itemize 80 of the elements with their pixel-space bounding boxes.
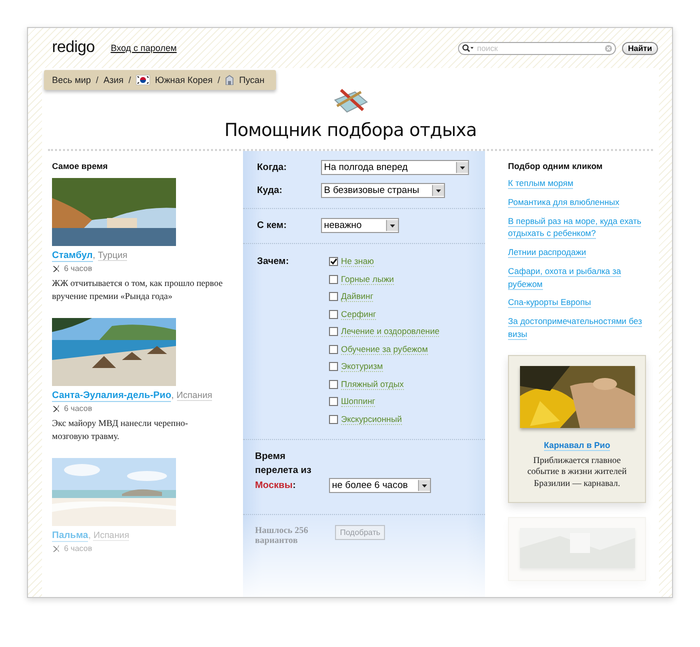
breadcrumb-link[interactable]: Южная Корея: [154, 75, 213, 85]
city-link[interactable]: Стамбул: [52, 250, 93, 262]
search-field[interactable]: поиск: [458, 42, 616, 54]
category-link[interactable]: За достопримечательностями без визы: [508, 315, 658, 340]
page-title: Помощник подбора отдыха: [224, 120, 477, 141]
comma: ,: [88, 530, 91, 542]
checkbox[interactable]: [329, 257, 338, 266]
section-heading: Самое время: [52, 161, 109, 171]
promo-text: Приближается главное событие в жизни жителей Бразилии — карнавал.: [526, 454, 628, 490]
field-label: Куда:: [257, 185, 284, 196]
dropdown[interactable]: В безвизовые страны: [321, 183, 445, 198]
article-text: ЖЖ отчитывается о том, как прошло первое вручение премии «Рында года»: [52, 277, 224, 304]
breadcrumb-separator: /: [218, 75, 220, 85]
building-icon: [225, 75, 234, 85]
checkbox-label[interactable]: Экскурсионный: [341, 414, 402, 424]
city-link[interactable]: Санта-Эулалия-дель-Рио: [52, 390, 172, 402]
checkbox[interactable]: [329, 327, 338, 336]
checkbox-label[interactable]: Серфинг: [341, 308, 376, 320]
airplane-icon: [52, 544, 60, 553]
article-text: Экс майору МВД нанесли черепно-мозговую травму.: [52, 417, 190, 444]
category-link[interactable]: В первый раз на море, куда ехать отдыхать с ребенком?: [508, 214, 658, 240]
result-count: Нашлось 256 вариантов: [255, 524, 310, 545]
field-label: Зачем:: [257, 256, 290, 267]
category-link[interactable]: Сафари, охота и рыбалка за рубежом: [508, 264, 658, 290]
flight-time: 6 часов: [64, 404, 92, 414]
airplane-icon: [52, 404, 60, 413]
caret-icon: [386, 220, 398, 231]
breadcrumb-separator: /: [128, 75, 131, 85]
dropdown[interactable]: На полгода вперед: [321, 160, 469, 175]
checkbox[interactable]: [329, 362, 338, 371]
flag-icon: [136, 75, 150, 85]
checkbox[interactable]: [329, 344, 338, 354]
breadcrumb-link[interactable]: Весь мир: [52, 75, 91, 85]
flight-time: 6 часов: [64, 264, 92, 273]
category-link[interactable]: Летнии распродажи: [508, 246, 658, 259]
field-label: Когда:: [257, 162, 288, 173]
dropdown[interactable]: неважно: [321, 218, 399, 233]
login-link[interactable]: Вход с паролем: [110, 43, 177, 53]
checkbox-label[interactable]: Экотуризм: [341, 361, 383, 372]
comma: ,: [171, 390, 174, 402]
checkbox[interactable]: [329, 397, 338, 406]
city-link[interactable]: Москвы: [255, 480, 293, 491]
search-button[interactable]: Найти: [622, 42, 658, 54]
promo-link[interactable]: Карнавал в Рио: [544, 440, 610, 450]
checkbox[interactable]: [329, 310, 338, 318]
city-link[interactable]: Пальма: [52, 530, 88, 542]
section-heading: Подбор одним кликом: [508, 161, 604, 171]
checkbox[interactable]: [329, 292, 338, 301]
checkbox-label[interactable]: Дайвинг: [341, 291, 374, 302]
breadcrumb-link[interactable]: Азия: [103, 75, 124, 85]
checkbox[interactable]: [329, 380, 338, 388]
search-input[interactable]: поиск: [477, 43, 602, 53]
caret-icon: [456, 162, 468, 173]
comma: ,: [92, 250, 96, 261]
category-link[interactable]: Спа-курорты Европы: [508, 296, 658, 309]
caret-icon: [418, 480, 430, 491]
country-link[interactable]: Испания: [93, 530, 130, 542]
airplane-icon: [52, 264, 60, 272]
breadcrumb-link[interactable]: Пусан: [239, 75, 264, 85]
checkbox-label[interactable]: Не знаю: [341, 256, 374, 267]
checkbox-label[interactable]: Пляжный отдых: [341, 378, 404, 390]
country-link[interactable]: Турция: [98, 250, 128, 261]
field-label: Время перелета из Москвы:: [255, 450, 312, 493]
checkbox-label[interactable]: Обучение за рубежом: [341, 344, 428, 354]
breadcrumb-separator: /: [96, 75, 98, 85]
checkbox-label[interactable]: Горные лыжи: [341, 274, 394, 284]
logo[interactable]: redigo: [52, 39, 95, 57]
dropdown[interactable]: не более 6 часов: [329, 478, 431, 493]
checkbox[interactable]: [329, 414, 338, 424]
category-link[interactable]: К теплым морям: [508, 177, 658, 190]
flight-time: 6 часов: [64, 544, 92, 554]
checkbox[interactable]: [329, 274, 338, 284]
checkbox-label[interactable]: Шоппинг: [341, 396, 376, 407]
field-label: С кем:: [257, 220, 288, 231]
submit-button[interactable]: Подобрать: [335, 524, 386, 540]
caret-icon: [432, 185, 444, 196]
checkbox-label[interactable]: Лечение и оздоровление: [341, 326, 440, 337]
category-link[interactable]: Романтика для влюбленных: [508, 196, 658, 208]
country-link[interactable]: Испания: [176, 390, 212, 402]
search-icon: [462, 44, 474, 52]
